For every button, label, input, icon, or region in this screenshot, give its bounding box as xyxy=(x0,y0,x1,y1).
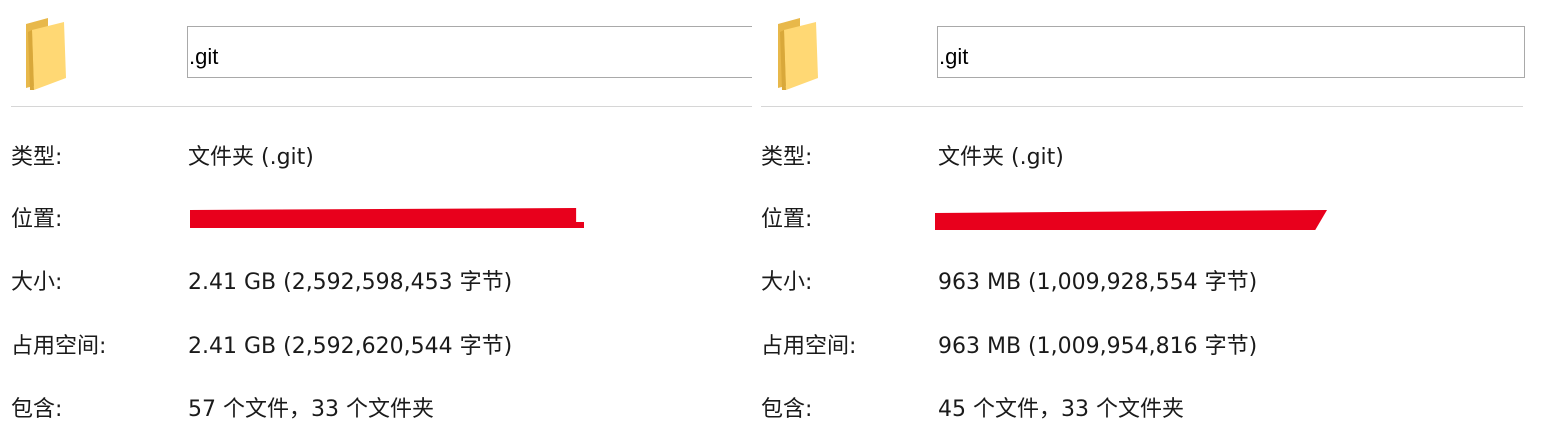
type-label: 类型: xyxy=(11,145,63,170)
size-value: 2.41 GB (2,592,598,453 字节) xyxy=(188,270,513,295)
location-row: 位置: xyxy=(750,205,1542,235)
type-label: 类型: xyxy=(761,145,813,170)
type-value: 文件夹 (.git) xyxy=(188,145,314,170)
location-row: 位置: xyxy=(0,205,752,235)
location-label: 位置: xyxy=(761,207,813,232)
folder-name-input[interactable] xyxy=(937,26,1525,78)
location-label: 位置: xyxy=(11,207,63,232)
location-redaction xyxy=(190,208,584,228)
type-row: 类型: 文件夹 (.git) xyxy=(0,143,752,173)
folder-name-input[interactable] xyxy=(187,26,752,78)
size-label: 大小: xyxy=(761,270,813,295)
disk-usage-label: 占用空间: xyxy=(761,334,857,359)
disk-usage-row: 占用空间: 2.41 GB (2,592,620,544 字节) xyxy=(0,332,752,362)
divider xyxy=(761,106,1523,107)
size-row: 大小: 963 MB (1,009,928,554 字节) xyxy=(750,268,1542,298)
properties-panel-right: 类型: 文件夹 (.git) 位置: 大小: 963 MB (1,009,928… xyxy=(750,0,1542,438)
size-value: 963 MB (1,009,928,554 字节) xyxy=(938,270,1258,295)
contains-row: 包含: 57 个文件，33 个文件夹 xyxy=(0,395,752,425)
contains-label: 包含: xyxy=(11,397,63,422)
folder-icon xyxy=(26,18,66,90)
size-label: 大小: xyxy=(11,270,63,295)
size-row: 大小: 2.41 GB (2,592,598,453 字节) xyxy=(0,268,752,298)
contains-value: 57 个文件，33 个文件夹 xyxy=(188,397,434,422)
disk-usage-row: 占用空间: 963 MB (1,009,954,816 字节) xyxy=(750,332,1542,362)
folder-icon xyxy=(778,18,818,90)
disk-usage-label: 占用空间: xyxy=(11,334,107,359)
type-value: 文件夹 (.git) xyxy=(938,145,1064,170)
properties-panel-left: 类型: 文件夹 (.git) 位置: 大小: 2.41 GB (2,592,59… xyxy=(0,0,752,438)
disk-usage-value: 2.41 GB (2,592,620,544 字节) xyxy=(188,334,513,359)
contains-value: 45 个文件，33 个文件夹 xyxy=(938,397,1184,422)
contains-row: 包含: 45 个文件，33 个文件夹 xyxy=(750,395,1542,425)
contains-label: 包含: xyxy=(761,397,813,422)
type-row: 类型: 文件夹 (.git) xyxy=(750,143,1542,173)
location-redaction xyxy=(935,210,1327,230)
divider xyxy=(11,106,752,107)
disk-usage-value: 963 MB (1,009,954,816 字节) xyxy=(938,334,1258,359)
